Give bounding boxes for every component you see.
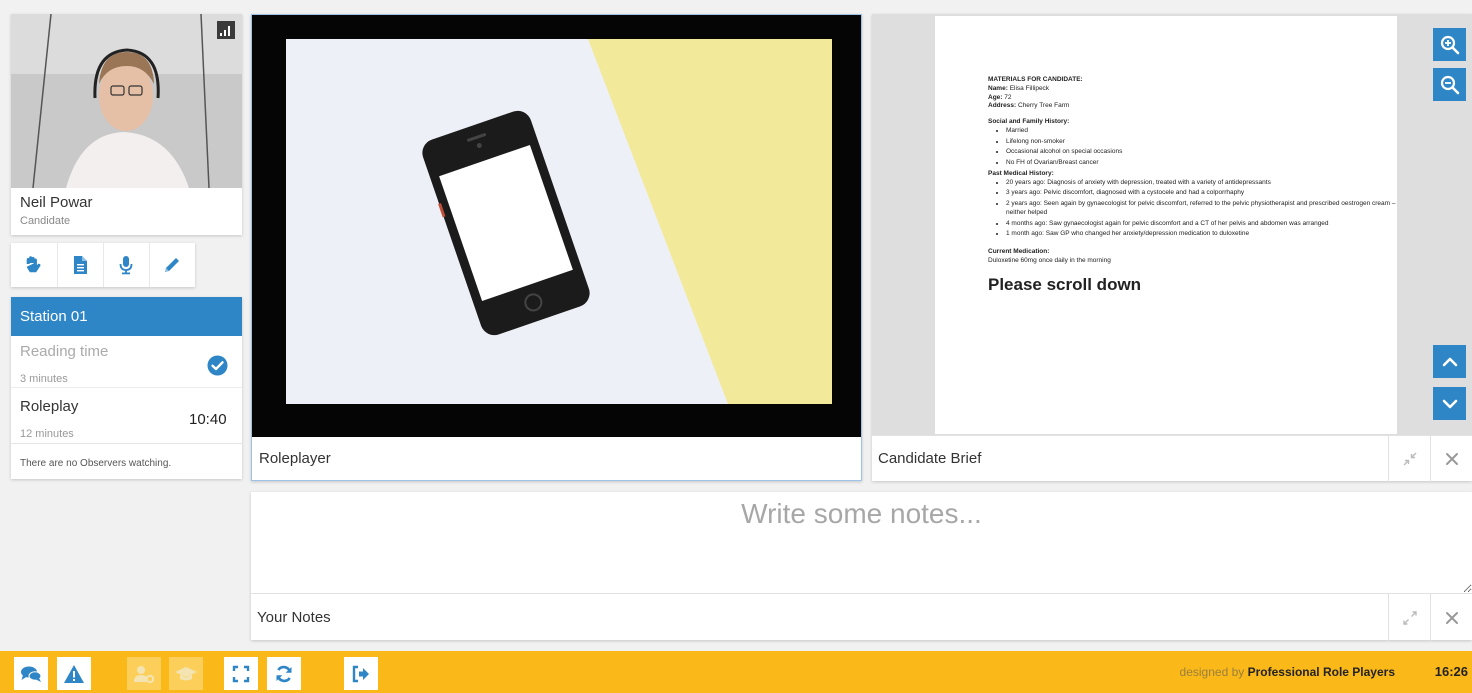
close-notes-button[interactable] [1430, 594, 1472, 641]
close-icon [1445, 611, 1458, 624]
brief-document[interactable]: MATERIALS FOR CANDIDATE: Name: Elisa Fil… [935, 16, 1397, 434]
candidate-toolbar [11, 243, 195, 287]
brief-footer: Candidate Brief [872, 435, 1472, 482]
zoom-in-icon [1440, 35, 1459, 54]
list-item: 4 months ago: Saw gynaecologist again fo… [1006, 220, 1397, 229]
your-notes-label: Your Notes [257, 609, 331, 626]
doc-medication-heading: Current Medication: [988, 248, 1050, 256]
notes-panel: Your Notes [251, 492, 1472, 641]
doc-heading: MATERIALS FOR CANDIDATE: [988, 76, 1083, 83]
list-item: 3 years ago: Pelvic discomfort, diagnose… [1006, 189, 1397, 198]
zoom-out-icon [1440, 75, 1459, 94]
doc-age-label: Age: [988, 93, 1003, 101]
station-title: Station 01 [11, 297, 242, 336]
user-settings-icon [134, 665, 155, 683]
document-button[interactable] [57, 243, 101, 287]
microphone-icon [119, 256, 132, 275]
close-brief-button[interactable] [1430, 436, 1472, 482]
list-item: Occasional alcohol on special occasions [1006, 148, 1397, 157]
doc-social-list: Married Lifelong non-smoker Occasional a… [988, 127, 1397, 168]
phase-divider [11, 387, 242, 388]
expand-icon [1402, 610, 1417, 625]
graduation-cap-icon [175, 666, 197, 680]
bottom-toolbar: designed by Professional Role Players 16… [0, 651, 1472, 693]
roleplayer-video [252, 15, 861, 437]
candidate-brief-label: Candidate Brief [878, 450, 982, 467]
chevron-down-icon [1442, 399, 1457, 408]
list-item: Lifelong non-smoker [1006, 138, 1397, 147]
zoom-in-button[interactable] [1433, 28, 1466, 61]
signal-strength-icon [217, 21, 235, 39]
doc-pmh-list: 20 years ago: Diagnosis of anxiety with … [988, 179, 1397, 240]
minimize-icon [1403, 452, 1416, 466]
roleplayer-label: Roleplayer [252, 437, 861, 480]
roleplayer-video-feed [252, 15, 861, 437]
list-item: Married [1006, 127, 1397, 136]
scroll-prompt: Please scroll down [988, 274, 1142, 294]
user-settings-button[interactable] [127, 657, 161, 690]
designer-credit: designed by Professional Role Players [1180, 665, 1395, 679]
document-icon [73, 256, 87, 274]
graduation-button[interactable] [169, 657, 203, 690]
doc-pmh-heading: Past Medical History: [988, 169, 1054, 177]
phase-roleplay-name: Roleplay [20, 398, 79, 415]
list-item: 20 years ago: Diagnosis of anxiety with … [1006, 179, 1397, 188]
candidate-brief-panel: MATERIALS FOR CANDIDATE: Name: Elisa Fil… [872, 14, 1472, 482]
refresh-icon [276, 665, 292, 682]
exit-button[interactable] [344, 657, 378, 690]
pencil-icon [164, 258, 179, 272]
annotate-button[interactable] [149, 243, 193, 287]
report-issue-button[interactable] [57, 657, 91, 690]
chat-icon [21, 666, 42, 682]
doc-age-value: 72 [1004, 93, 1012, 101]
check-circle-icon [207, 355, 228, 376]
microphone-button[interactable] [103, 243, 147, 287]
chat-button[interactable] [14, 657, 48, 690]
doc-social-heading: Social and Family History: [988, 118, 1070, 126]
station-panel: Station 01 Reading time 3 minutes Rolepl… [11, 297, 242, 479]
phase-reading-duration: 3 minutes [20, 373, 68, 385]
candidate-video-card: Neil Powar Candidate [11, 14, 242, 235]
warning-icon [64, 664, 84, 683]
doc-name-label: Name: [988, 84, 1008, 92]
candidate-name: Neil Powar [20, 194, 93, 211]
refresh-button[interactable] [267, 657, 301, 690]
clock: 16:26 [1434, 664, 1468, 679]
fullscreen-button[interactable] [224, 657, 258, 690]
notes-footer: Your Notes [251, 593, 1472, 641]
close-icon [1445, 453, 1458, 465]
phase-reading-name: Reading time [20, 343, 109, 360]
scroll-down-button[interactable] [1433, 387, 1466, 420]
observers-status: There are no Observers watching. [11, 443, 242, 479]
fullscreen-icon [232, 665, 250, 682]
doc-address-label: Address: [988, 102, 1017, 110]
phase-roleplay-duration: 12 minutes [20, 428, 74, 440]
roleplayer-panel: Roleplayer [251, 14, 862, 481]
list-item: 2 years ago: Seen again by gynaecologist… [1006, 200, 1397, 218]
list-item: 1 month ago: Saw GP who changed her anxi… [1006, 230, 1397, 239]
minimize-brief-button[interactable] [1388, 436, 1430, 482]
raise-hand-button[interactable] [11, 243, 55, 287]
doc-name-value: Elisa Fillipeck [1009, 84, 1050, 92]
credit-prefix: designed by [1179, 665, 1245, 679]
zoom-out-button[interactable] [1433, 68, 1466, 101]
list-item: No FH of Ovarian/Breast cancer [1006, 159, 1397, 168]
candidate-video [11, 14, 242, 188]
doc-address-value: Cherry Tree Farm [1018, 102, 1070, 110]
scroll-up-button[interactable] [1433, 345, 1466, 378]
credit-brand: Professional Role Players [1247, 665, 1395, 679]
candidate-role: Candidate [20, 215, 71, 227]
sign-out-icon [352, 665, 369, 682]
doc-medication-value: Duloxetine 60mg once daily in the mornin… [988, 257, 1111, 265]
notes-input[interactable] [251, 492, 1472, 593]
candidate-video-feed [11, 14, 242, 188]
raise-hand-icon [26, 256, 41, 273]
expand-notes-button[interactable] [1388, 594, 1430, 641]
phase-roleplay-timer: 10:40 [189, 411, 227, 428]
chevron-up-icon [1442, 357, 1457, 366]
